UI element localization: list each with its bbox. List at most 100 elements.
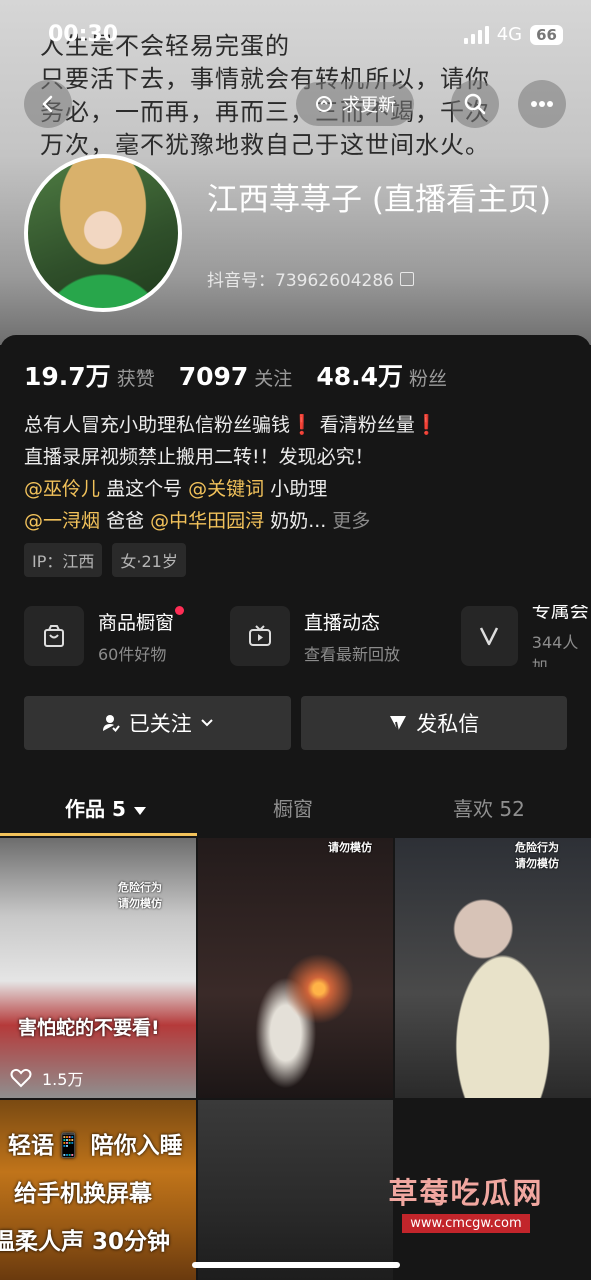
- stat-value: 7097: [178, 362, 249, 391]
- status-bar: 00:30 4G 66: [0, 22, 591, 56]
- tab-works[interactable]: 作品 5: [65, 793, 147, 822]
- message-button[interactable]: 发私信: [300, 696, 567, 750]
- site-watermark: 草莓吃瓜网 www.cmcgw.com: [376, 1170, 556, 1233]
- bio: 总有人冒充小助理私信粉丝骗钱❗ 看清粉丝量❗ 直播录屏视频禁止搬用二转!！发现必…: [24, 409, 569, 537]
- hand-icon: [316, 96, 332, 112]
- video-warning-text: 危险行为 请勿模仿: [515, 841, 559, 870]
- ip-tag: IP：江西: [24, 543, 103, 577]
- live-tv-icon: [230, 606, 290, 666]
- service-shop-window[interactable]: 商品橱窗 60件好物: [24, 605, 185, 667]
- stat-label: 关注: [254, 368, 293, 390]
- profile-tags: IP：江西 女·21岁: [24, 543, 186, 577]
- stat-label: 获赞: [116, 368, 155, 390]
- bio-text: 奶奶...: [270, 510, 327, 532]
- video-thumbnail[interactable]: 轻语📱 陪你入睡 给手机换屏幕 温柔人声 30分钟: [0, 1100, 196, 1280]
- home-indicator[interactable]: [192, 1262, 400, 1268]
- service-subtitle: 查看最新回放: [304, 644, 401, 664]
- service-subtitle: 60件好物: [98, 644, 167, 664]
- video-thumbnail[interactable]: [198, 1100, 393, 1280]
- bio-text: 蛊这个号: [106, 478, 183, 500]
- bio-line: 总有人冒充小助理私信粉丝骗钱❗ 看清粉丝量❗: [24, 409, 569, 441]
- copy-icon[interactable]: [399, 271, 414, 286]
- status-indicators: 4G 66: [463, 24, 563, 45]
- mention-link[interactable]: @关键词: [188, 478, 264, 500]
- v-icon: [461, 606, 518, 666]
- avatar[interactable]: [24, 154, 182, 312]
- bio-line: @一浔烟 爸爸 @中华田园浔 奶奶... 更多: [24, 505, 569, 537]
- warning-icon: ❗: [290, 414, 314, 436]
- mention-link[interactable]: @中华田园浔: [150, 510, 264, 532]
- user-check-icon: [102, 715, 120, 733]
- request-update-label: 求更新: [342, 95, 396, 116]
- signal-icon: [463, 25, 489, 44]
- service-title: 商品橱窗: [98, 605, 185, 635]
- chevron-down-icon: [201, 719, 213, 727]
- video-warning-text: 请勿模仿: [328, 841, 372, 854]
- profile-name: 江西荨荨子 (直播看主页): [207, 182, 552, 218]
- service-title: 直播动态: [304, 611, 381, 634]
- douyin-id[interactable]: 抖音号：73962604286: [207, 266, 414, 291]
- mention-link[interactable]: @巫伶儿: [24, 478, 100, 500]
- watermark-url: www.cmcgw.com: [402, 1214, 530, 1233]
- stat-value: 19.7万: [24, 362, 111, 391]
- active-tab-indicator: [0, 833, 197, 836]
- action-buttons: 已关注 发私信: [24, 696, 567, 750]
- stat-value: 48.4万: [316, 362, 403, 391]
- profile-header: 人生是不会轻易完蛋的 只要活下去，事情就会有转机所以，请你 务必，一而再，再而三…: [0, 0, 591, 345]
- bio-line: 直播录屏视频禁止搬用二转!！发现必究！: [24, 446, 374, 468]
- battery-icon: 66: [530, 24, 563, 45]
- video-warning-text: 危险行为 请勿模仿: [118, 881, 162, 910]
- search-button[interactable]: [451, 80, 499, 128]
- video-caption: 给手机换屏幕: [14, 1181, 152, 1207]
- video-caption: 害怕蛇的不要看!: [18, 1017, 160, 1039]
- watermark-title: 草莓吃瓜网: [388, 1176, 544, 1210]
- service-membership[interactable]: 专属会 344人加: [461, 605, 591, 667]
- back-button[interactable]: [24, 80, 72, 128]
- bio-text: 总有人冒充小助理私信粉丝骗钱: [24, 414, 291, 436]
- gender-age-tag: 女·21岁: [112, 543, 186, 577]
- bio-line: @巫伶儿 蛊这个号 @关键词 小助理: [24, 473, 569, 505]
- shopping-bag-icon: [24, 606, 84, 666]
- search-icon: [464, 93, 486, 115]
- bio-text: 小助理: [270, 478, 328, 500]
- heart-icon: [10, 1068, 32, 1088]
- tab-likes[interactable]: 喜欢 52: [453, 793, 525, 822]
- stat-following[interactable]: 7097 关注: [179, 362, 293, 391]
- followed-button[interactable]: 已关注: [24, 696, 291, 750]
- video-caption: 温柔人声 30分钟: [0, 1229, 171, 1255]
- network-type: 4G: [496, 24, 523, 45]
- bio-text: 爸爸: [106, 510, 145, 532]
- chevron-left-icon: [42, 95, 53, 113]
- video-thumbnail[interactable]: 危险行为 请勿模仿 害怕蛇的不要看! 1.5万: [0, 838, 196, 1098]
- service-live[interactable]: 直播动态 查看最新回放: [230, 605, 400, 667]
- douyin-id-text: 抖音号：73962604286: [207, 271, 394, 291]
- likes-count: 1.5万: [42, 1070, 84, 1089]
- notification-dot: [175, 605, 185, 615]
- service-title: 专属会: [531, 605, 589, 622]
- more-button[interactable]: [518, 80, 566, 128]
- stat-label: 粉丝: [409, 368, 448, 390]
- content-tabs: 作品 5 橱窗 喜欢 52: [0, 781, 591, 839]
- video-thumbnail[interactable]: 请勿模仿: [198, 838, 393, 1098]
- tab-works-label: 作品 5: [65, 797, 126, 821]
- video-thumbnail[interactable]: 危险行为 请勿模仿: [395, 838, 591, 1098]
- triangle-down-icon: [133, 807, 146, 815]
- more-dots-icon: [531, 101, 553, 107]
- stat-likes[interactable]: 19.7万 获赞: [24, 357, 155, 393]
- send-icon: [390, 716, 407, 732]
- video-caption: 轻语📱 陪你入睡: [8, 1133, 183, 1159]
- message-label: 发私信: [416, 712, 480, 736]
- tab-window[interactable]: 橱窗: [273, 793, 313, 822]
- bio-more-link[interactable]: 更多: [332, 510, 370, 532]
- bio-text: 看清粉丝量: [319, 414, 415, 436]
- video-likes: 1.5万: [10, 1066, 83, 1090]
- profile-card: 19.7万 获赞 7097 关注 48.4万 粉丝 总有人冒充小助理私信粉丝骗钱❗ 看…: [0, 335, 591, 1280]
- status-time: 00:30: [48, 22, 119, 47]
- service-row: 商品橱窗 60件好物 直播动态 查看最新回放 专属会 344人加: [24, 605, 591, 667]
- request-update-button[interactable]: 求更新: [296, 82, 414, 126]
- stats-row: 19.7万 获赞 7097 关注 48.4万 粉丝: [24, 357, 447, 393]
- warning-icon: ❗: [414, 414, 439, 436]
- mention-link[interactable]: @一浔烟: [24, 510, 100, 532]
- followed-label: 已关注: [128, 712, 192, 736]
- stat-followers[interactable]: 48.4万 粉丝: [316, 357, 447, 393]
